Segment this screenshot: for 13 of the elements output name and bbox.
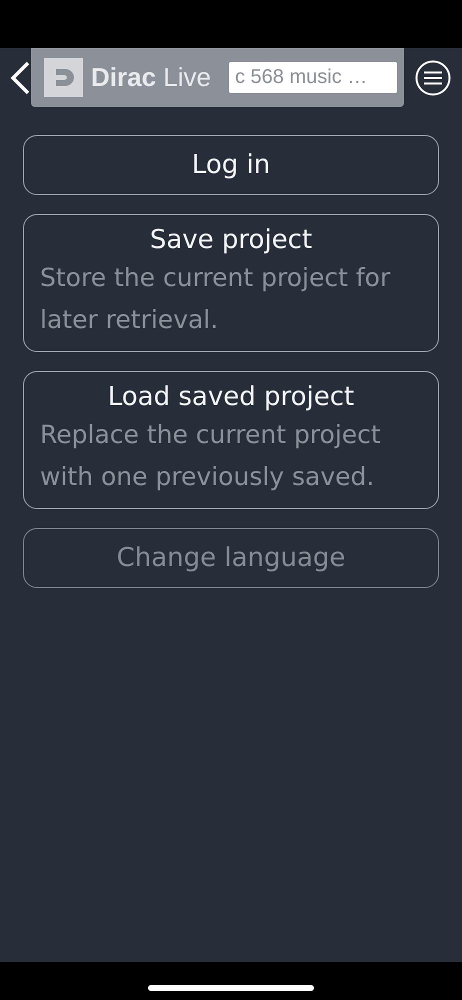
item-title: Load saved project [108,381,354,414]
item-description: Store the current project for later retrieval. [40,262,392,336]
menu-card[interactable]: Load saved project Replace the current project with one previously saved. [23,371,439,509]
item-title: Log in [192,149,270,182]
menu-button[interactable]: Log in [23,135,439,195]
item-description: Replace the current project with one previously saved. [40,419,382,493]
back-icon[interactable] [9,60,31,94]
logo-icon [44,58,83,97]
item-title: Change language [116,542,346,575]
item-title: Save project [150,224,312,257]
menu-card[interactable]: Save project Store the current project for later retrieval. [23,214,439,352]
brand-name: Dirac Live [91,62,211,93]
menu-icon[interactable] [415,60,451,96]
